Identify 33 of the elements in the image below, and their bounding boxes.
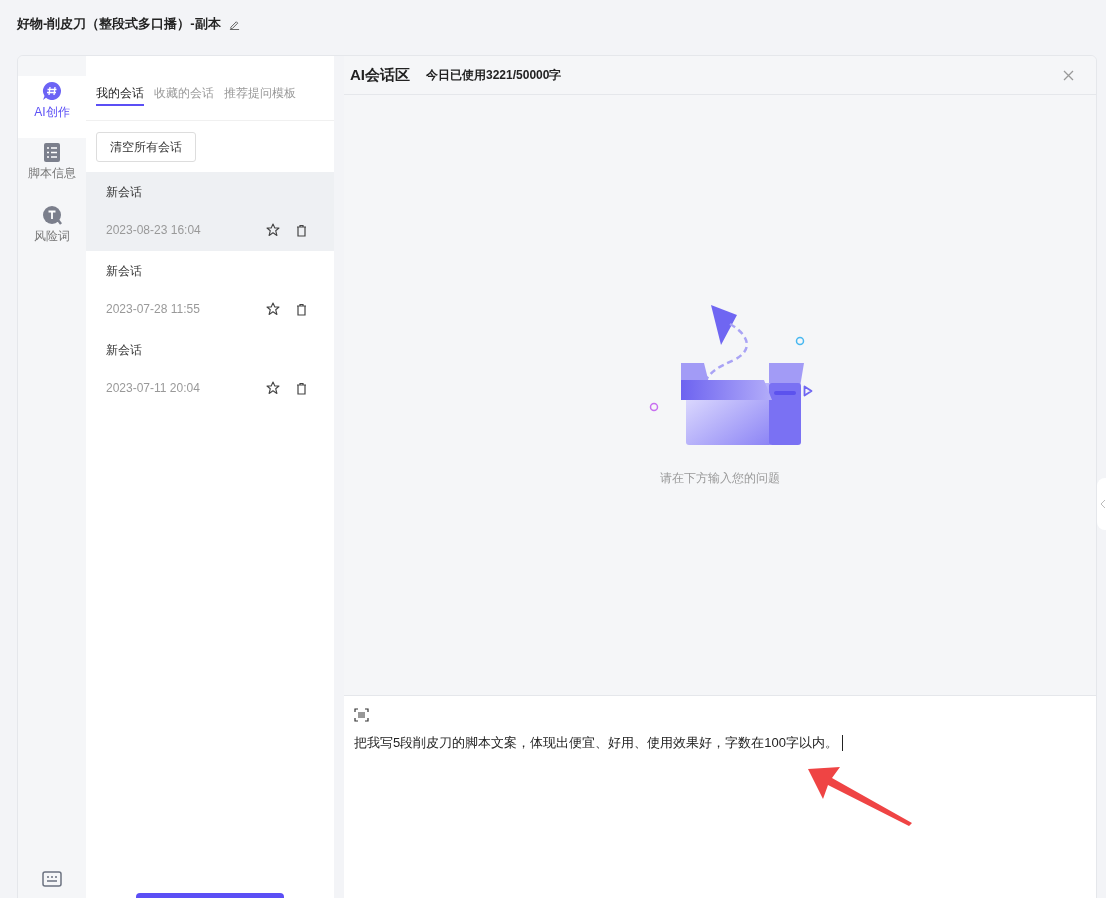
rail-tab[interactable]: AI创作 bbox=[18, 76, 86, 138]
session-time: 2023-07-11 20:04 bbox=[106, 380, 200, 397]
session-tab[interactable]: 我的会话 bbox=[96, 84, 144, 106]
keyboard-icon[interactable] bbox=[42, 871, 62, 887]
session-item[interactable]: 新会话 2023-08-23 16:04 bbox=[86, 172, 334, 251]
session-title: 新会话 bbox=[106, 342, 142, 359]
empty-hint: 请在下方输入您的问题 bbox=[660, 470, 780, 487]
usage-counter: 今日已使用3221/50000字 bbox=[426, 67, 562, 84]
star-icon[interactable] bbox=[266, 223, 280, 237]
page-title: 好物-削皮刀（整段式多口播）-副本 bbox=[17, 15, 221, 34]
session-title: 新会话 bbox=[106, 184, 142, 201]
list-icon bbox=[44, 143, 60, 162]
t-circle-icon bbox=[42, 205, 62, 225]
collapse-handle[interactable] bbox=[1097, 478, 1106, 530]
chat-title: AI会话区 bbox=[350, 64, 410, 85]
trash-icon[interactable] bbox=[296, 302, 307, 316]
close-icon[interactable] bbox=[1063, 69, 1074, 81]
rail-tab[interactable]: 脚本信息 bbox=[18, 138, 86, 200]
rail-tab[interactable]: 风险词 bbox=[18, 200, 86, 262]
session-time: 2023-07-28 11:55 bbox=[106, 301, 200, 318]
session-time: 2023-08-23 16:04 bbox=[106, 222, 201, 239]
session-title: 新会话 bbox=[106, 263, 142, 280]
hashtag-chat-icon bbox=[42, 81, 62, 101]
triangle-play-icon bbox=[803, 385, 813, 397]
chevron-left-icon bbox=[1100, 499, 1106, 509]
question-input[interactable]: 把我写5段削皮刀的脚本文案，体现出便宜、好用、使用效果好，字数在100字以内。 bbox=[354, 733, 1086, 753]
star-icon[interactable] bbox=[266, 302, 280, 316]
edit-icon[interactable] bbox=[228, 18, 240, 30]
trash-icon[interactable] bbox=[296, 381, 307, 395]
clear-sessions-button[interactable]: 清空所有会话 bbox=[96, 132, 196, 162]
scan-icon[interactable] bbox=[354, 708, 369, 722]
star-icon[interactable] bbox=[266, 381, 280, 395]
trash-icon[interactable] bbox=[296, 223, 307, 237]
